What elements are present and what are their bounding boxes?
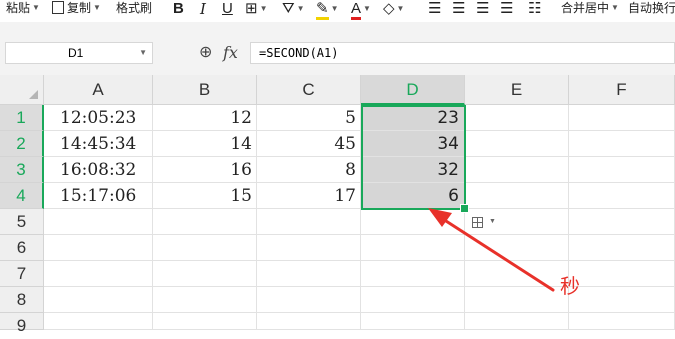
arrow-line xyxy=(444,219,555,292)
annotation-label: 秒 xyxy=(560,274,580,298)
